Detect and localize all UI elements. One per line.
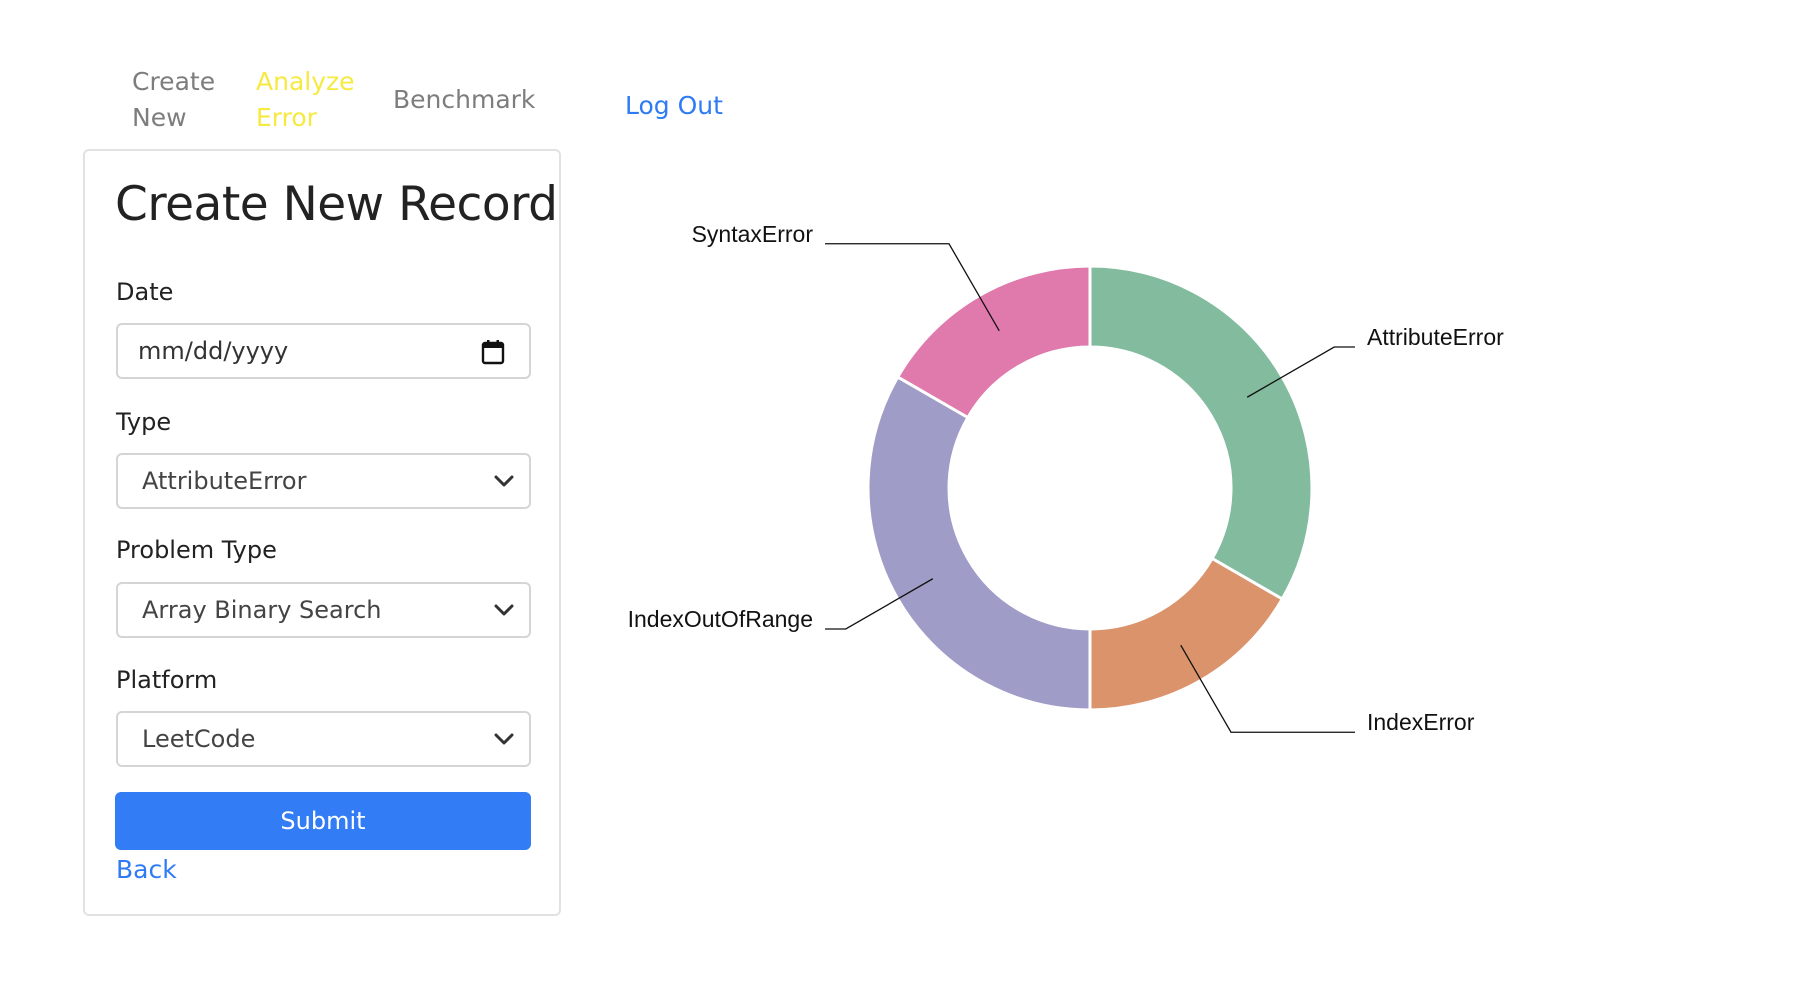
slice-label-indexoutofrange: IndexOutOfRange bbox=[628, 606, 813, 632]
top-nav: Create New Analyze Error Benchmark Log O… bbox=[0, 0, 900, 150]
donut-slice-syntaxerror[interactable] bbox=[895, 264, 1092, 420]
donut-slice-attributeerror[interactable] bbox=[1088, 264, 1314, 602]
date-placeholder: mm/dd/yyyy bbox=[138, 337, 289, 365]
error-donut-chart: AttributeError IndexError IndexOutOfRange S… bbox=[600, 200, 1600, 760]
nav-analyze-error[interactable]: Analyze Error bbox=[256, 64, 355, 136]
nav-analyze-error-line-2: Error bbox=[256, 103, 317, 132]
nav-benchmark[interactable]: Benchmark bbox=[393, 82, 535, 118]
platform-label: Platform bbox=[116, 666, 218, 694]
date-label: Date bbox=[116, 278, 174, 306]
type-select[interactable]: AttributeError bbox=[116, 453, 531, 509]
nav-create-new-line-1: Create bbox=[132, 67, 216, 96]
back-link[interactable]: Back bbox=[116, 855, 177, 884]
nav-create-new-line-2: New bbox=[132, 103, 187, 132]
create-record-card: Create New Record Date mm/dd/yyyy Type A… bbox=[83, 149, 561, 916]
slice-label-attributeerror: AttributeError bbox=[1367, 324, 1504, 350]
calendar-icon[interactable] bbox=[481, 339, 505, 365]
chevron-down-icon bbox=[494, 604, 514, 616]
problem-type-label: Problem Type bbox=[116, 536, 277, 564]
slice-label-indexerror: IndexError bbox=[1367, 709, 1475, 735]
slice-label-syntaxerror: SyntaxError bbox=[692, 221, 814, 247]
nav-analyze-error-line-1: Analyze bbox=[256, 67, 355, 96]
chevron-down-icon bbox=[494, 733, 514, 745]
nav-log-out[interactable]: Log Out bbox=[625, 88, 723, 124]
donut-slice-indexoutofrange[interactable] bbox=[866, 374, 1092, 712]
chevron-down-icon bbox=[494, 475, 514, 487]
nav-create-new[interactable]: Create New bbox=[132, 64, 215, 136]
platform-select[interactable]: LeetCode bbox=[116, 711, 531, 767]
type-label: Type bbox=[116, 408, 172, 436]
problem-type-select[interactable]: Array Binary Search bbox=[116, 582, 531, 638]
page: Create New Analyze Error Benchmark Log O… bbox=[0, 0, 1800, 1000]
problem-type-selected-value: Array Binary Search bbox=[142, 596, 382, 624]
type-selected-value: AttributeError bbox=[142, 467, 307, 495]
submit-button[interactable]: Submit bbox=[115, 792, 531, 850]
page-title: Create New Record bbox=[115, 177, 558, 232]
donut-slice-indexerror[interactable] bbox=[1088, 556, 1285, 712]
date-input[interactable]: mm/dd/yyyy bbox=[116, 323, 531, 379]
platform-selected-value: LeetCode bbox=[142, 725, 256, 753]
donut-chart-svg: AttributeError IndexError IndexOutOfRange S… bbox=[628, 221, 1505, 735]
